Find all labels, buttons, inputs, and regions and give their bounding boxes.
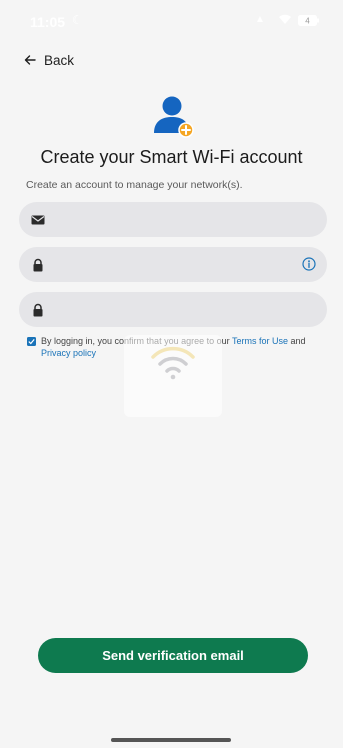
add-user-icon	[154, 96, 194, 138]
lock-icon	[33, 258, 43, 272]
terms-for-use-link[interactable]: Terms for Use	[232, 336, 288, 346]
password-field[interactable]	[19, 247, 327, 282]
home-indicator[interactable]	[111, 738, 231, 742]
wifi-loading-icon	[151, 346, 195, 380]
terms-checkbox[interactable]	[27, 337, 36, 346]
page-title: Create your Smart Wi-Fi account	[40, 147, 303, 167]
send-verification-email-button[interactable]: Send verification email	[38, 638, 308, 673]
check-icon	[28, 339, 35, 345]
status-bar: 11:05 ☾ ▲ 4	[0, 0, 343, 44]
arrow-left-icon	[24, 55, 36, 65]
back-button[interactable]: Back	[24, 50, 74, 70]
loading-indicator	[124, 335, 222, 417]
email-field[interactable]	[19, 202, 327, 237]
confirm-password-input[interactable]	[59, 292, 299, 327]
status-time: 11:05	[30, 14, 66, 30]
lock-icon	[33, 303, 43, 317]
moon-icon: ☾	[72, 13, 83, 27]
battery-icon: 4	[298, 15, 319, 26]
email-icon	[31, 215, 45, 225]
email-input[interactable]	[59, 202, 299, 237]
terms-conjunction: and	[287, 336, 306, 346]
privacy-policy-link[interactable]: Privacy policy	[41, 348, 96, 358]
svg-text:4: 4	[305, 17, 310, 26]
page-subtitle: Create an account to manage your network…	[26, 179, 243, 191]
password-input[interactable]	[59, 247, 299, 282]
wifi-icon	[279, 14, 291, 24]
confirm-password-field[interactable]	[19, 292, 327, 327]
signal-icon: ▲	[255, 14, 265, 25]
info-icon[interactable]	[302, 257, 316, 271]
back-label: Back	[44, 52, 75, 68]
